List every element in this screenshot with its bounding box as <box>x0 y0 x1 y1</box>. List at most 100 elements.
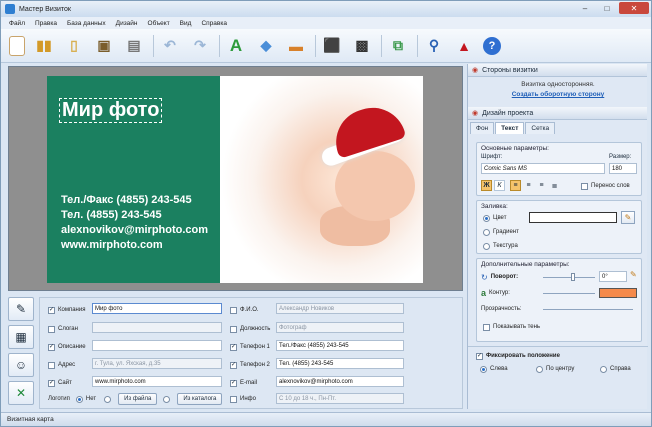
menu-object[interactable]: Объект <box>148 20 170 27</box>
company-input[interactable]: Мир фото <box>92 303 222 314</box>
logo-file-radio[interactable] <box>104 395 112 403</box>
menu-design[interactable]: Дизайн <box>116 20 138 27</box>
new-icon[interactable] <box>9 35 25 56</box>
eyedropper-icon[interactable]: ✎ <box>621 211 635 224</box>
shapes-icon[interactable]: ◆ <box>255 35 277 57</box>
image-icon[interactable]: ▬ <box>285 35 307 57</box>
business-card[interactable]: Мир фото Тел./Факс (4855) 243-545 Тел. (… <box>47 76 423 283</box>
description-checkbox[interactable]: ✓ <box>48 343 55 351</box>
contact-icon[interactable]: ☺ <box>8 353 34 377</box>
print-icon[interactable]: ▤ <box>123 35 145 57</box>
info-input[interactable]: С 10 до 18 ч., Пн-Пт. <box>276 393 404 404</box>
outline-slider[interactable] <box>543 293 595 294</box>
logo-catalog-radio[interactable] <box>163 395 171 403</box>
outline-color-swatch[interactable] <box>599 288 637 298</box>
crop-icon[interactable]: ⧉ <box>387 35 409 57</box>
redo-icon[interactable]: ↷ <box>189 35 211 57</box>
fill-texture-radio[interactable] <box>483 242 490 250</box>
outline-icon: a <box>481 288 487 298</box>
slogan-label: Слоган <box>58 326 78 332</box>
phone2-checkbox[interactable]: ✓ <box>230 361 237 369</box>
font-select[interactable]: Comic Sans MS <box>481 163 605 174</box>
info-checkbox[interactable] <box>230 395 237 403</box>
sides-header[interactable]: ◉ Стороны визитки <box>468 64 647 77</box>
hat-icon[interactable]: ▲ <box>453 35 475 57</box>
phone1-input[interactable]: Тел./Факс (4855) 243-545 <box>276 340 404 351</box>
map-icon[interactable]: ⬛ <box>321 35 343 57</box>
minimize-button[interactable]: – <box>575 2 595 14</box>
baby-photo[interactable] <box>220 76 423 283</box>
company-checkbox[interactable]: ✓ <box>48 306 55 314</box>
rotation-slider-handle[interactable] <box>571 273 575 281</box>
basic-params-group: Основные параметры: Шрифт: Размер: Comic… <box>476 142 642 196</box>
fio-input[interactable]: Александр Новиков <box>276 303 404 314</box>
maximize-button[interactable]: □ <box>597 2 617 14</box>
excel-icon[interactable]: ✕ <box>8 381 34 405</box>
address-checkbox[interactable] <box>48 361 55 369</box>
menu-database[interactable]: База данных <box>67 20 106 27</box>
design-canvas[interactable]: Мир фото Тел./Факс (4855) 243-545 Тел. (… <box>8 66 463 291</box>
card-email[interactable]: alexnovikov@mirphoto.com <box>61 224 208 236</box>
fill-color-swatch[interactable] <box>529 212 617 223</box>
justify-icon[interactable]: ≣ <box>549 180 560 191</box>
card-site[interactable]: www.mirphoto.com <box>61 239 163 251</box>
database-icon[interactable]: ▦ <box>8 325 34 349</box>
logo-none-radio[interactable] <box>75 395 83 403</box>
card-title-text[interactable]: Мир фото <box>59 98 163 123</box>
align-left-icon[interactable]: ≡ <box>510 180 521 191</box>
wrap-checkbox[interactable] <box>581 182 588 190</box>
undo-icon[interactable]: ↶ <box>159 35 181 57</box>
rotation-slider[interactable] <box>543 277 595 278</box>
create-back-link[interactable]: Создать оборотную сторону <box>468 91 648 98</box>
tab-text[interactable]: Текст <box>495 122 525 134</box>
rotation-input[interactable]: 0° <box>599 271 627 282</box>
help-icon[interactable]: ? <box>483 36 501 55</box>
phone2-input[interactable]: Тел. (4855) 243-545 <box>276 358 404 369</box>
card-phone[interactable]: Тел. (4855) 243-545 <box>61 209 162 221</box>
slogan-input[interactable] <box>92 322 222 333</box>
transparency-slider[interactable] <box>543 309 633 310</box>
menu-edit[interactable]: Правка <box>35 20 57 27</box>
address-input[interactable]: г. Тула, ул. Яхская, д.35 <box>92 358 222 369</box>
size-input[interactable]: 180 <box>609 163 637 174</box>
fio-checkbox[interactable] <box>230 306 237 314</box>
text-icon[interactable]: A <box>225 35 247 57</box>
pos-right-radio[interactable] <box>600 365 607 373</box>
menu-view[interactable]: Вид <box>180 20 192 27</box>
design-header[interactable]: ◉ Дизайн проекта <box>468 107 647 120</box>
save-icon[interactable]: ▣ <box>93 35 115 57</box>
close-button[interactable]: ✕ <box>619 2 649 14</box>
logo-from-catalog-button[interactable]: Из каталога <box>177 393 223 405</box>
align-right-icon[interactable]: ≡ <box>536 180 547 191</box>
phone1-checkbox[interactable]: ✓ <box>230 343 237 351</box>
open-icon[interactable]: ▮▮ <box>33 35 55 57</box>
fill-gradient-radio[interactable] <box>483 228 490 236</box>
bold-icon[interactable]: Ж <box>481 180 492 191</box>
templates-icon[interactable]: ▯ <box>63 35 85 57</box>
zoom-icon[interactable]: ⚲ <box>423 35 445 57</box>
tab-background[interactable]: Фон <box>470 122 495 134</box>
pos-center-radio[interactable] <box>536 365 543 373</box>
pos-left-radio[interactable] <box>480 365 487 373</box>
position-checkbox[interactable] <box>230 325 237 333</box>
italic-icon[interactable]: К <box>494 180 505 191</box>
card-phone-fax[interactable]: Тел./Факс (4855) 243-545 <box>61 194 192 206</box>
shadow-checkbox[interactable] <box>483 323 490 331</box>
site-input[interactable]: www.mirphoto.com <box>92 376 222 387</box>
description-input[interactable] <box>92 340 222 351</box>
email-input[interactable]: alexnovikov@mirphoto.com <box>276 376 404 387</box>
logo-from-file-button[interactable]: Из файла <box>118 393 158 405</box>
qrcode-icon[interactable]: ▩ <box>351 35 373 57</box>
reset-rotation-icon[interactable]: ✎ <box>630 270 637 279</box>
slogan-checkbox[interactable] <box>48 325 55 333</box>
position-input[interactable]: Фотограф <box>276 322 404 333</box>
menu-help[interactable]: Справка <box>201 20 227 27</box>
email-checkbox[interactable]: ✓ <box>230 379 237 387</box>
align-center-icon[interactable]: ≡ <box>523 180 534 191</box>
fix-position-checkbox[interactable]: ✓ <box>476 352 483 360</box>
tab-grid[interactable]: Сетка <box>525 122 556 134</box>
fill-color-radio[interactable] <box>483 214 490 222</box>
site-checkbox[interactable]: ✓ <box>48 379 55 387</box>
menu-file[interactable]: Файл <box>9 20 25 27</box>
edit-text-icon[interactable]: ✎ <box>8 297 34 321</box>
